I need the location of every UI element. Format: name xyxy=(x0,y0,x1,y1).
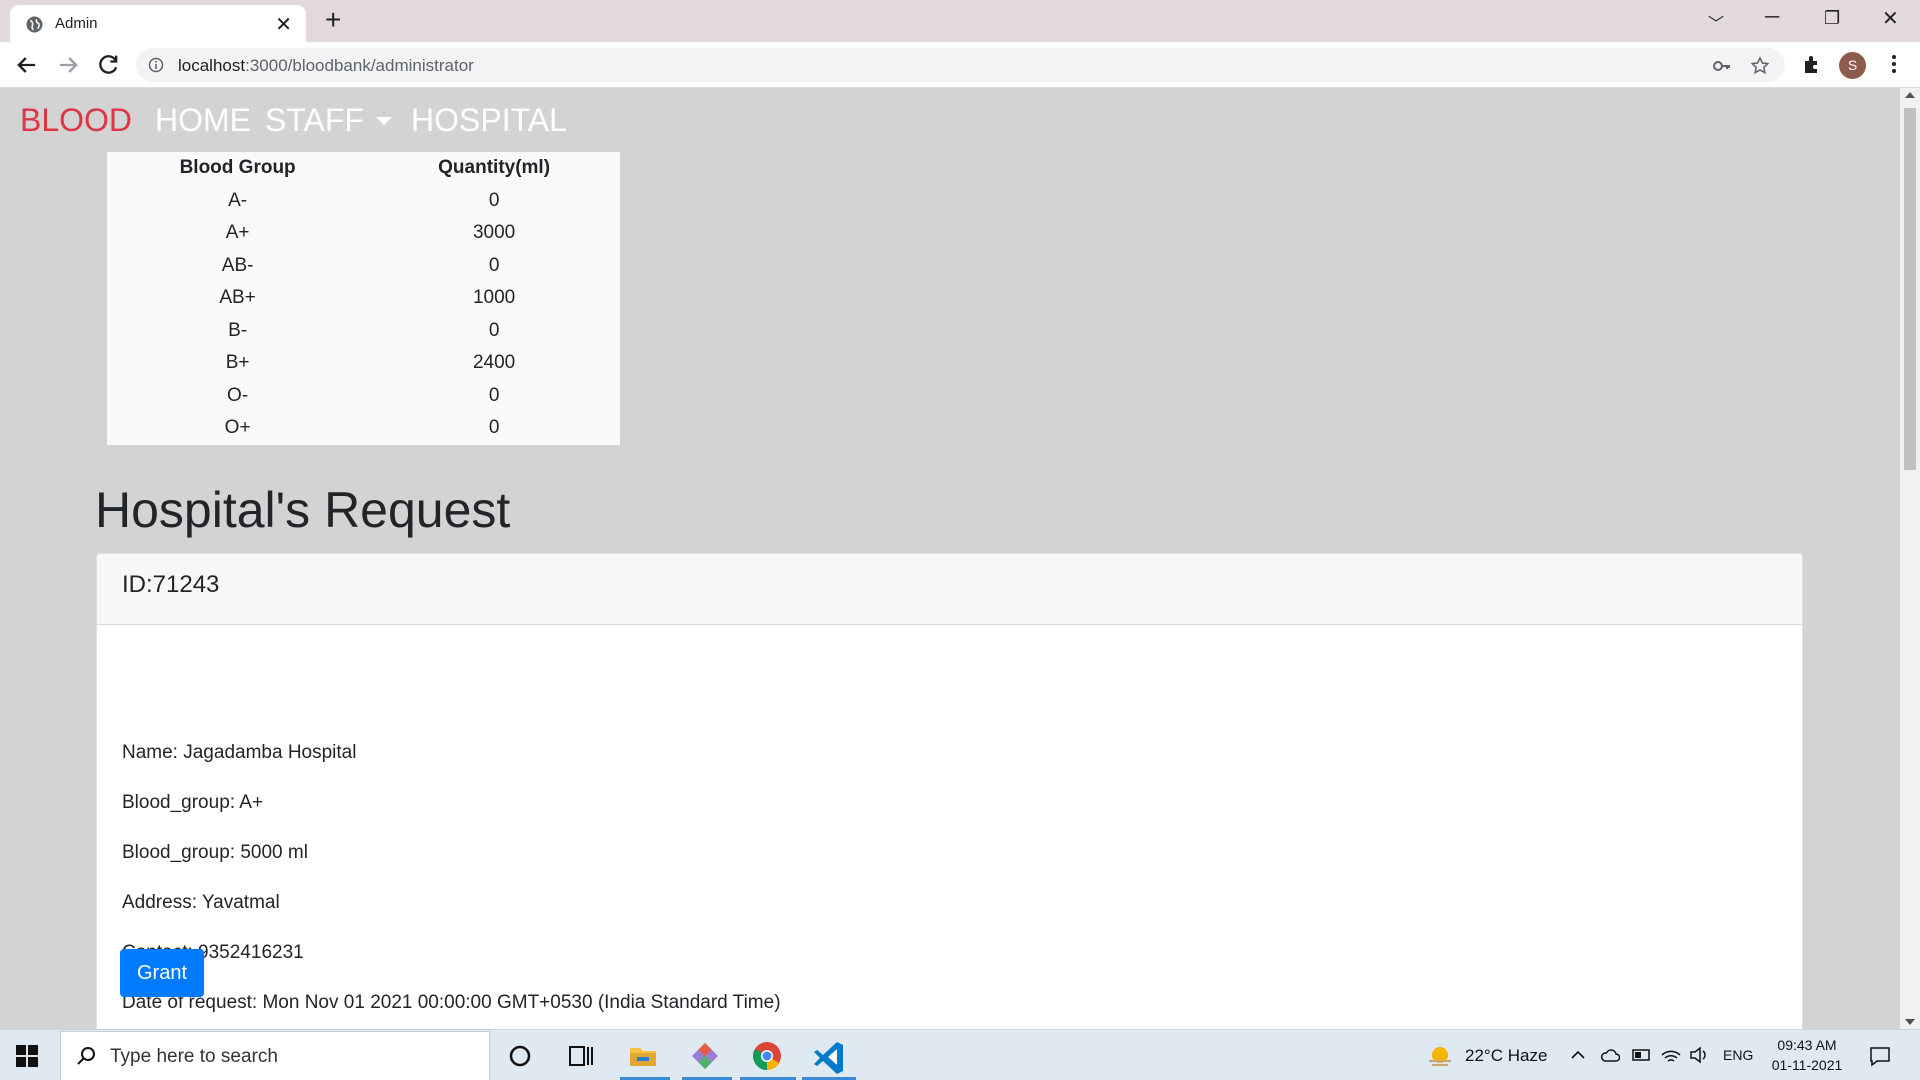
blood-group-cell: A+ xyxy=(225,222,250,244)
staff-dropdown-icon[interactable] xyxy=(376,117,392,125)
card-header: ID:71243 xyxy=(97,554,1802,625)
new-tab-button[interactable]: + xyxy=(325,4,341,36)
page-scrollbar[interactable] xyxy=(1900,88,1920,1029)
tab-search-icon[interactable]: ﹀ xyxy=(1708,10,1724,34)
blood-group-cell: B- xyxy=(228,319,248,341)
weather-text[interactable]: 22°C Haze xyxy=(1465,1046,1547,1066)
tab-close-icon[interactable]: ✕ xyxy=(275,12,292,37)
blood-group-cell: AB+ xyxy=(219,287,256,309)
nav-hospital[interactable]: HOSPITAL xyxy=(411,102,567,139)
table-row: AB+ 1000 xyxy=(107,282,620,315)
reload-icon[interactable] xyxy=(94,51,122,79)
clock-time: 09:43 AM xyxy=(1777,1037,1837,1053)
taskbar-search[interactable]: Type here to search xyxy=(60,1031,490,1080)
hospital-name: Name: Jagadamba Hospital xyxy=(122,742,357,763)
scrollbar-thumb[interactable] xyxy=(1904,108,1916,470)
column-header: Quantity(ml) xyxy=(438,157,551,179)
site-navbar: BLOOD HOME STAFF HOSPITAL xyxy=(0,88,1900,154)
weather-icon[interactable] xyxy=(1426,1042,1454,1068)
page-viewport: BLOOD HOME STAFF HOSPITAL Blood Group Qu… xyxy=(0,88,1920,1029)
browser-toolbar: localhost:3000/bloodbank/administrator S xyxy=(0,42,1920,88)
page-title: Hospital's Request xyxy=(95,482,511,538)
battery-icon[interactable] xyxy=(1630,1046,1652,1064)
brand-logo[interactable]: BLOOD xyxy=(20,102,132,139)
quantity-cell: 0 xyxy=(488,189,500,211)
quantity-cell: 0 xyxy=(488,254,500,276)
search-icon xyxy=(77,1047,95,1065)
blood-group-cell: AB- xyxy=(221,254,254,276)
url-path: :3000/bloodbank/administrator xyxy=(245,56,474,75)
address-bar[interactable]: localhost:3000/bloodbank/administrator xyxy=(136,48,1785,82)
restore-button[interactable]: ❐ xyxy=(1824,8,1840,29)
table-row: B+ 2400 xyxy=(107,347,620,380)
vscode-icon[interactable] xyxy=(811,1038,847,1074)
windows-start-icon[interactable] xyxy=(16,1045,38,1067)
quantity-cell: 0 xyxy=(488,417,500,439)
volume-icon[interactable] xyxy=(1688,1045,1710,1065)
minimize-button[interactable]: ─ xyxy=(1765,6,1779,29)
request-id: ID:71243 xyxy=(122,571,220,598)
more-menu-icon[interactable] xyxy=(1883,53,1905,75)
key-icon[interactable] xyxy=(1712,56,1732,76)
scroll-down-icon[interactable] xyxy=(1905,1019,1915,1025)
table-row: A- 0 xyxy=(107,185,620,218)
blood-group-cell: O- xyxy=(227,384,249,406)
close-window-button[interactable]: ✕ xyxy=(1882,6,1899,31)
hospital-address: Address: Yavatmal xyxy=(122,892,280,913)
blood-stock-table: Blood Group Quantity(ml) A- 0 A+ 3000 AB- 0… xyxy=(107,152,620,445)
file-explorer-icon[interactable] xyxy=(625,1038,661,1074)
requested-quantity: Blood_group: 5000 ml xyxy=(122,842,308,863)
globe-icon xyxy=(26,16,43,33)
cortana-icon[interactable] xyxy=(502,1038,538,1074)
language-indicator[interactable]: ENG xyxy=(1723,1047,1753,1063)
git-app-icon[interactable] xyxy=(687,1038,723,1074)
forward-icon[interactable] xyxy=(54,51,82,79)
clock-date: 01-11-2021 xyxy=(1771,1057,1843,1073)
table-row: B- 0 xyxy=(107,315,620,348)
table-row: AB- 0 xyxy=(107,250,620,283)
profile-avatar[interactable]: S xyxy=(1839,52,1866,79)
blood-group-cell: B+ xyxy=(225,352,250,374)
info-icon[interactable] xyxy=(148,57,164,73)
request-card: ID:71243 Name: Jagadamba Hospital Blood_… xyxy=(96,553,1803,1029)
tab-strip: Admin ✕ + ﹀ ─ ❐ ✕ xyxy=(0,0,1920,42)
quantity-cell: 2400 xyxy=(472,352,516,374)
blood-group: Blood_group: A+ xyxy=(122,792,264,813)
quantity-cell: 3000 xyxy=(472,222,516,244)
os-taskbar: Type here to search 22°C Haze ENG 09:43 … xyxy=(0,1029,1920,1080)
back-icon[interactable] xyxy=(13,51,41,79)
extensions-icon[interactable] xyxy=(1801,53,1823,75)
blood-group-cell: O+ xyxy=(224,417,251,439)
request-date: Date of request: Mon Nov 01 2021 00:00:0… xyxy=(122,992,781,1013)
notification-icon[interactable] xyxy=(1868,1044,1892,1068)
table-row: O+ 0 xyxy=(107,412,620,445)
cloud-icon[interactable] xyxy=(1600,1046,1620,1064)
tab-title: Admin xyxy=(55,15,98,32)
star-icon[interactable] xyxy=(1750,56,1770,76)
chrome-icon[interactable] xyxy=(749,1038,785,1074)
url-host: localhost xyxy=(178,56,246,75)
column-header: Blood Group xyxy=(179,157,296,179)
grant-button[interactable]: Grant xyxy=(120,949,204,997)
table-row: A+ 3000 xyxy=(107,217,620,250)
browser-tab[interactable]: Admin ✕ xyxy=(10,5,306,42)
wifi-icon[interactable] xyxy=(1660,1045,1682,1065)
chevron-up-icon[interactable] xyxy=(1570,1047,1586,1063)
table-row: O- 0 xyxy=(107,380,620,413)
task-view-icon[interactable] xyxy=(562,1038,598,1074)
quantity-cell: 0 xyxy=(488,319,500,341)
quantity-cell: 1000 xyxy=(472,287,516,309)
scroll-up-icon[interactable] xyxy=(1905,92,1915,98)
blood-group-cell: A- xyxy=(228,189,248,211)
search-placeholder: Type here to search xyxy=(110,1046,278,1067)
url-text: localhost:3000/bloodbank/administrator xyxy=(178,56,474,76)
quantity-cell: 0 xyxy=(488,384,500,406)
system-clock[interactable]: 09:43 AM 01-11-2021 xyxy=(1766,1035,1848,1075)
table-header-row: Blood Group Quantity(ml) xyxy=(107,152,620,185)
nav-home[interactable]: HOME xyxy=(155,102,251,139)
nav-staff[interactable]: STAFF xyxy=(265,102,364,139)
